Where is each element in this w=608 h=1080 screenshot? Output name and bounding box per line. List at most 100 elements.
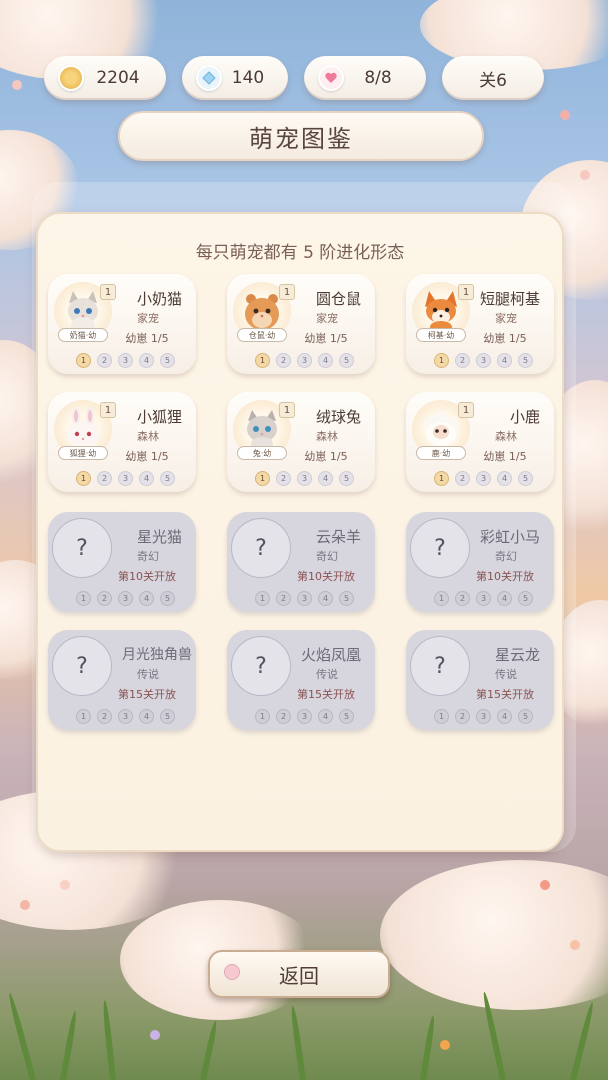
stage-dot: 3 [476, 709, 491, 724]
locked-pet-card[interactable]: ? 星云龙 传说 第15关开放 12345 [406, 630, 554, 730]
pet-name: 彩虹小马 [479, 528, 540, 546]
unlock-requirement: 第10关开放 [118, 570, 176, 583]
evolution-dots: 12345 [255, 353, 354, 368]
pet-card-hamster[interactable]: 1 仓鼠·幼 圆仓鼠 家宠 幼崽 1/5 12345 [227, 274, 375, 374]
stage-dot: 2 [97, 471, 112, 486]
pet-type: 家宠 [316, 312, 338, 325]
stage-dot: 5 [339, 591, 354, 606]
evolution-dots: 12345 [255, 591, 354, 606]
stage-dot: 1 [255, 709, 270, 724]
evolution-dots: 12345 [434, 709, 533, 724]
stage-dot: 3 [297, 709, 312, 724]
stage-dot: 1 [255, 353, 270, 368]
stage-dot: 4 [139, 709, 154, 724]
level-badge: 1 [458, 402, 474, 418]
stage-dot: 1 [434, 709, 449, 724]
stage-dot: 2 [97, 591, 112, 606]
stage-dot: 1 [76, 591, 91, 606]
heart-value: 8/8 [364, 68, 392, 88]
unlock-requirement: 第15关开放 [297, 688, 355, 701]
diamond-icon [196, 65, 222, 91]
pet-type: 奇幻 [316, 550, 338, 563]
stage-dot: 1 [76, 709, 91, 724]
stage-dot: 3 [297, 471, 312, 486]
pet-card-fox[interactable]: 1 狐狸·幼 小狐狸 森林 幼崽 1/5 12345 [48, 392, 196, 492]
pet-stage: 幼崽 1/5 [304, 450, 348, 463]
page-title: 萌宠图鉴 [118, 111, 484, 161]
stage-dot: 2 [276, 471, 291, 486]
stage-dot: 1 [434, 353, 449, 368]
pet-card-corgi[interactable]: 1 柯基·幼 短腿柯基 家宠 幼崽 1/5 12345 [406, 274, 554, 374]
stage-dot: 4 [318, 353, 333, 368]
coin-icon [58, 65, 84, 91]
pet-type: 森林 [495, 430, 517, 443]
stage-dot: 1 [255, 591, 270, 606]
stage-dot: 4 [318, 471, 333, 486]
stage-dot: 4 [318, 591, 333, 606]
locked-pet-card[interactable]: ? 月光独角兽 传说 第15关开放 12345 [48, 630, 196, 730]
stage-dot: 4 [497, 591, 512, 606]
pet-name: 小鹿 [509, 408, 540, 426]
stage-dot: 5 [518, 353, 533, 368]
unknown-pet-icon: ? [231, 636, 291, 696]
pet-type: 森林 [316, 430, 338, 443]
pet-type: 奇幻 [137, 550, 159, 563]
evolution-dots: 12345 [255, 471, 354, 486]
pet-name: 短腿柯基 [479, 290, 540, 308]
stage-dot: 2 [276, 353, 291, 368]
back-button[interactable]: 返回 [208, 950, 390, 998]
stage-dot: 5 [339, 353, 354, 368]
pet-type: 家宠 [495, 312, 517, 325]
pet-tag: 奶猫·幼 [58, 328, 108, 342]
pet-name: 圆仓鼠 [315, 290, 361, 308]
stage-dot: 3 [118, 353, 133, 368]
pet-card-kitten[interactable]: 1 奶猫·幼 小奶猫 家宠 幼崽 1/5 12345 [48, 274, 196, 374]
stage-dot: 3 [297, 591, 312, 606]
heart-icon [318, 65, 344, 91]
pet-name: 月光独角兽 [122, 647, 192, 663]
gem-value: 140 [231, 68, 265, 88]
stage-dot: 2 [455, 353, 470, 368]
stage-dot: 2 [276, 591, 291, 606]
pet-name: 火焰凤凰 [300, 646, 361, 664]
stage-dot: 3 [476, 591, 491, 606]
unknown-pet-icon: ? [52, 636, 112, 696]
stage-dot: 2 [455, 471, 470, 486]
stage-dot: 1 [76, 471, 91, 486]
locked-pet-card[interactable]: ? 彩虹小马 奇幻 第10关开放 12345 [406, 512, 554, 612]
pet-stage: 幼崽 1/5 [125, 332, 169, 345]
locked-pet-card[interactable]: ? 火焰凤凰 传说 第15关开放 12345 [227, 630, 375, 730]
level-badge: 1 [100, 402, 116, 418]
unlock-requirement: 第15关开放 [476, 688, 534, 701]
pet-name: 星光猫 [136, 528, 182, 546]
locked-pet-card[interactable]: ? 星光猫 奇幻 第10关开放 12345 [48, 512, 196, 612]
stage-dot: 5 [518, 591, 533, 606]
stage-dot: 4 [318, 709, 333, 724]
pet-card-deer[interactable]: 1 鹿·幼 小鹿 森林 幼崽 1/5 12345 [406, 392, 554, 492]
unknown-pet-icon: ? [410, 636, 470, 696]
level-badge: 1 [100, 284, 116, 300]
stage-dot: 3 [118, 709, 133, 724]
level-badge: 1 [458, 284, 474, 300]
pet-card-bunny[interactable]: 1 兔·幼 绒球兔 森林 幼崽 1/5 12345 [227, 392, 375, 492]
pet-name: 绒球兔 [315, 408, 361, 426]
unlock-requirement: 第10关开放 [476, 570, 534, 583]
locked-pet-card[interactable]: ? 云朵羊 奇幻 第10关开放 12345 [227, 512, 375, 612]
stage-dot: 1 [434, 591, 449, 606]
unknown-pet-icon: ? [52, 518, 112, 578]
pet-name: 小奶猫 [136, 290, 182, 308]
stage-dot: 4 [497, 353, 512, 368]
stage-dot: 1 [434, 471, 449, 486]
gem-counter: 140 [182, 56, 288, 100]
stage-dot: 5 [160, 591, 175, 606]
stage-dot: 1 [255, 471, 270, 486]
pet-type: 传说 [495, 668, 517, 681]
stage-dot: 1 [76, 353, 91, 368]
stage-dot: 5 [339, 709, 354, 724]
pet-tag: 鹿·幼 [416, 446, 466, 460]
evolution-dots: 12345 [76, 471, 175, 486]
coin-value: 2204 [96, 68, 140, 88]
pet-collection-panel: 每只萌宠都有 5 阶进化形态 1 奶猫·幼 小奶猫 家宠 幼崽 1/5 1234… [36, 212, 564, 852]
pet-type: 传说 [316, 668, 338, 681]
evolution-dots: 12345 [76, 709, 175, 724]
